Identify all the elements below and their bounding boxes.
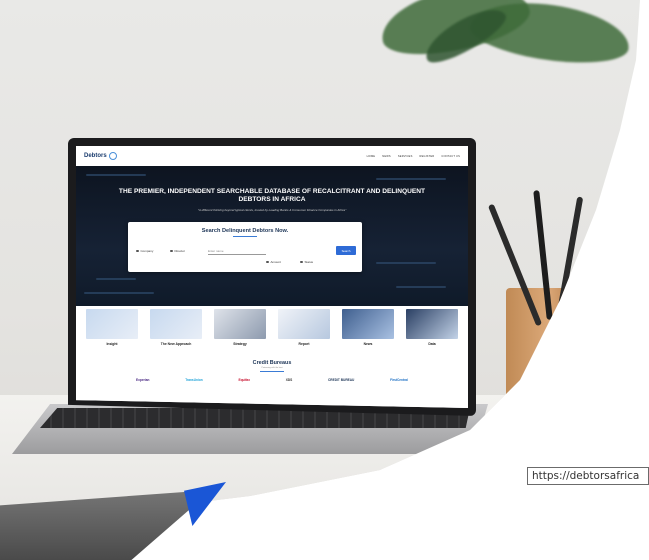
tile-image xyxy=(214,309,266,339)
hero-banner: THE PREMIER, INDEPENDENT SEARCHABLE DATA… xyxy=(76,166,468,306)
tile-image xyxy=(86,309,138,339)
tile-label: Data xyxy=(428,342,436,346)
nav-item-services[interactable]: SERVICES xyxy=(398,155,413,158)
code-decoration xyxy=(376,178,446,180)
search-card: Search Delinquent Debtors Now. Company D… xyxy=(128,222,362,272)
radio-dot-icon xyxy=(136,249,139,253)
radio-director[interactable]: Director xyxy=(170,249,185,253)
tile-label: News xyxy=(363,342,373,346)
brand-transunion[interactable]: TransUnion xyxy=(185,378,203,382)
bureaus-subtitle: Partnering with the best xyxy=(261,367,283,369)
nav-item-contact[interactable]: CONTACT US xyxy=(441,155,460,158)
tile-new-approach[interactable]: The New Approach xyxy=(148,309,204,352)
search-input[interactable]: Enter name xyxy=(208,249,266,255)
tile-image xyxy=(342,309,394,339)
tile-insight[interactable]: Insight xyxy=(84,309,140,352)
tile-data[interactable]: Data xyxy=(404,309,460,352)
radio-dot-icon xyxy=(170,249,173,253)
tile-image xyxy=(150,309,202,339)
tile-label: The New Approach xyxy=(160,342,192,346)
radio-dot-icon xyxy=(266,260,269,264)
search-button[interactable]: Search xyxy=(336,246,356,255)
code-decoration xyxy=(96,278,136,280)
credit-bureaus-section: Credit Bureaus Partnering with the best … xyxy=(76,354,468,408)
brand-equifax[interactable]: Equifax xyxy=(238,378,250,382)
tile-label: Report xyxy=(298,342,310,346)
nav-item-news[interactable]: NEWS xyxy=(382,155,391,158)
brand-credit-bureau[interactable]: CREDIT BUREAU xyxy=(328,378,354,382)
bureaus-title: Credit Bureaus xyxy=(252,360,292,366)
site-header: Debtors HOME NEWS SERVICES REGISTER CONT… xyxy=(76,146,468,166)
site-nav: HOME NEWS SERVICES REGISTER CONTACT US xyxy=(367,155,460,158)
radio-amount[interactable]: Amount xyxy=(266,260,281,264)
code-decoration xyxy=(84,292,154,294)
nav-item-register[interactable]: REGISTER xyxy=(420,155,435,158)
pencil-cup xyxy=(506,288,576,406)
pencil xyxy=(554,196,584,326)
tile-label: Strategy xyxy=(233,342,247,346)
code-decoration xyxy=(376,262,436,264)
tile-label: Insight xyxy=(106,342,118,346)
logo-text: Debtors xyxy=(84,153,107,159)
radio-dot-icon xyxy=(300,260,303,264)
radio-company[interactable]: Company xyxy=(136,249,153,253)
hero-heading: THE PREMIER, INDEPENDENT SEARCHABLE DATA… xyxy=(118,188,426,203)
tile-image xyxy=(278,309,330,339)
title-underline xyxy=(233,236,257,237)
tile-news[interactable]: News xyxy=(340,309,396,352)
tile-report[interactable]: Report xyxy=(276,309,332,352)
laptop-screen: Debtors HOME NEWS SERVICES REGISTER CONT… xyxy=(76,146,468,408)
bureaus-underline xyxy=(260,371,284,372)
tile-strategy[interactable]: Strategy xyxy=(212,309,268,352)
code-decoration xyxy=(396,286,446,288)
brand-experian[interactable]: Experian xyxy=(136,378,149,382)
nav-item-home[interactable]: HOME xyxy=(367,155,376,158)
hero-tagline: "A different thinking beyond typical cli… xyxy=(197,208,347,212)
brand-xds[interactable]: XDS xyxy=(286,378,293,382)
site-logo[interactable]: Debtors xyxy=(84,152,117,160)
brand-firstcentral[interactable]: FirstCentral xyxy=(390,378,408,382)
tile-image xyxy=(406,309,458,339)
radio-status[interactable]: Status xyxy=(300,260,313,264)
code-decoration xyxy=(86,174,146,176)
bureau-logos: Experian TransUnion Equifax XDS CREDIT B… xyxy=(136,378,408,382)
logo-mark-icon xyxy=(108,152,117,160)
search-title: Search Delinquent Debtors Now. xyxy=(201,228,289,234)
url-label[interactable]: https://debtorsafrica xyxy=(527,467,649,485)
feature-tiles: Insight The New Approach Strategy Report… xyxy=(76,306,468,352)
